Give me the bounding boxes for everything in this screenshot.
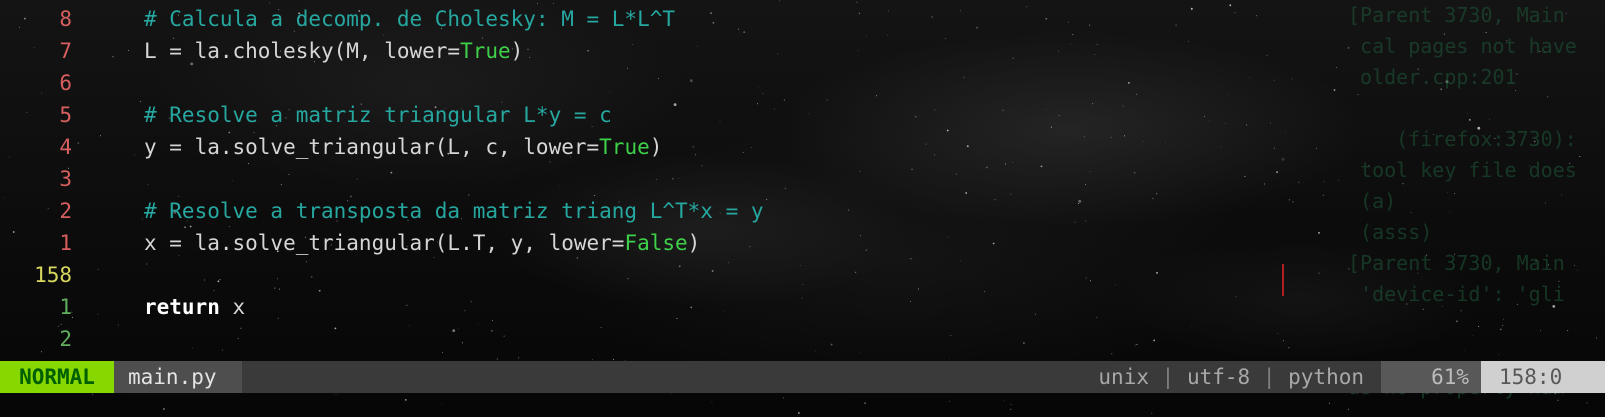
code-text[interactable]: # Resolve a transposta da matriz triang … — [144, 195, 764, 227]
scroll-percent: 61% — [1381, 361, 1481, 393]
vim-editor-window: [Parent 3730, Main cal pages not have ol… — [0, 0, 1605, 417]
file-name: main.py — [114, 361, 242, 393]
code-text[interactable]: # Calcula a decomp. de Cholesky: M = L*L… — [144, 3, 675, 35]
star — [1010, 408, 1012, 410]
star — [496, 358, 498, 360]
code-line[interactable]: 6 — [0, 67, 1605, 99]
code-buffer[interactable]: 8 # Calcula a decomp. de Cholesky: M = L*… — [0, 3, 1605, 355]
status-separator: | — [1161, 365, 1175, 389]
token-plain: ) — [510, 39, 524, 63]
code-line[interactable]: 4 y = la.solve_triangular(L, c, lower=Tru… — [0, 131, 1605, 163]
line-number: 7 — [59, 39, 72, 63]
star — [1003, 400, 1005, 402]
star — [518, 357, 520, 359]
star — [1151, 412, 1153, 414]
code-line[interactable]: 2 # Resolve a transposta da matriz triang… — [0, 195, 1605, 227]
star — [1328, 402, 1330, 404]
file-info: unix | utf-8 | python — [1098, 361, 1380, 393]
token-comment: # Resolve a transposta da matriz triang … — [144, 199, 764, 223]
code-text[interactable]: # Resolve a matriz triangular L*y = c — [144, 99, 612, 131]
status-line: NORMAL main.py unix | utf-8 | python 61%… — [0, 361, 1605, 393]
code-line[interactable]: 7 L = la.cholesky(M, lower=True) — [0, 35, 1605, 67]
code-line[interactable]: 2 — [0, 323, 1605, 355]
token-plain: x = la.solve_triangular(L.T, y, lower= — [144, 231, 625, 255]
line-number: 2 — [59, 327, 72, 351]
code-line[interactable]: 1 return x — [0, 291, 1605, 323]
code-text[interactable]: L = la.cholesky(M, lower=True) — [144, 35, 523, 67]
star — [335, 393, 337, 395]
token-plain: x — [219, 295, 246, 319]
file-encoding: utf-8 — [1186, 365, 1251, 389]
mode-indicator: NORMAL — [0, 361, 114, 393]
code-line[interactable]: 1 x = la.solve_triangular(L.T, y, lower=F… — [0, 227, 1605, 259]
token-comment: # Calcula a decomp. de Cholesky: M = L*L… — [144, 7, 676, 31]
star — [711, 401, 713, 403]
code-line[interactable]: 8 # Calcula a decomp. de Cholesky: M = L*… — [0, 3, 1605, 35]
star — [404, 399, 407, 401]
code-text[interactable]: return x — [144, 291, 245, 323]
token-comment: # Resolve a matriz triangular L*y = c — [144, 103, 612, 127]
token-plain: ) — [649, 135, 663, 159]
star — [948, 358, 950, 360]
token-bool: False — [624, 231, 688, 255]
star — [782, 397, 784, 399]
line-number: 1 — [59, 295, 72, 319]
star — [92, 393, 94, 395]
token-plain: y = la.solve_triangular(L, c, lower= — [144, 135, 600, 159]
code-line[interactable]: 5 # Resolve a matriz triangular L*y = c — [0, 99, 1605, 131]
token-kw: return — [144, 295, 220, 319]
star — [798, 412, 800, 414]
file-type: python — [1288, 365, 1364, 389]
star — [441, 402, 443, 404]
star — [1010, 403, 1012, 405]
star — [612, 358, 614, 360]
line-number: 4 — [59, 135, 72, 159]
token-plain: ) — [687, 231, 701, 255]
code-text[interactable]: y = la.solve_triangular(L, c, lower=True… — [144, 131, 662, 163]
code-line[interactable]: 158 — [0, 259, 1605, 291]
token-bool: True — [599, 135, 650, 159]
cursor-position: 158:0 — [1481, 361, 1605, 393]
file-format: unix — [1098, 365, 1149, 389]
status-separator — [1149, 365, 1162, 389]
cursor-marker — [1282, 264, 1284, 296]
line-number: 3 — [59, 167, 72, 191]
current-line-number: 158 — [34, 263, 72, 287]
line-number: 5 — [59, 103, 72, 127]
star — [163, 408, 165, 410]
token-bool: True — [460, 39, 511, 63]
star — [864, 402, 866, 404]
star — [670, 393, 672, 395]
line-number: 2 — [59, 199, 72, 223]
line-number: 1 — [59, 231, 72, 255]
star — [779, 0, 781, 2]
star — [949, 400, 950, 402]
code-line[interactable]: 3 — [0, 163, 1605, 195]
code-text[interactable]: x = la.solve_triangular(L.T, y, lower=Fa… — [144, 227, 700, 259]
status-separator: | — [1262, 365, 1276, 389]
line-number: 6 — [59, 71, 72, 95]
line-number: 8 — [59, 7, 72, 31]
token-plain: L = la.cholesky(M, lower= — [144, 39, 461, 63]
